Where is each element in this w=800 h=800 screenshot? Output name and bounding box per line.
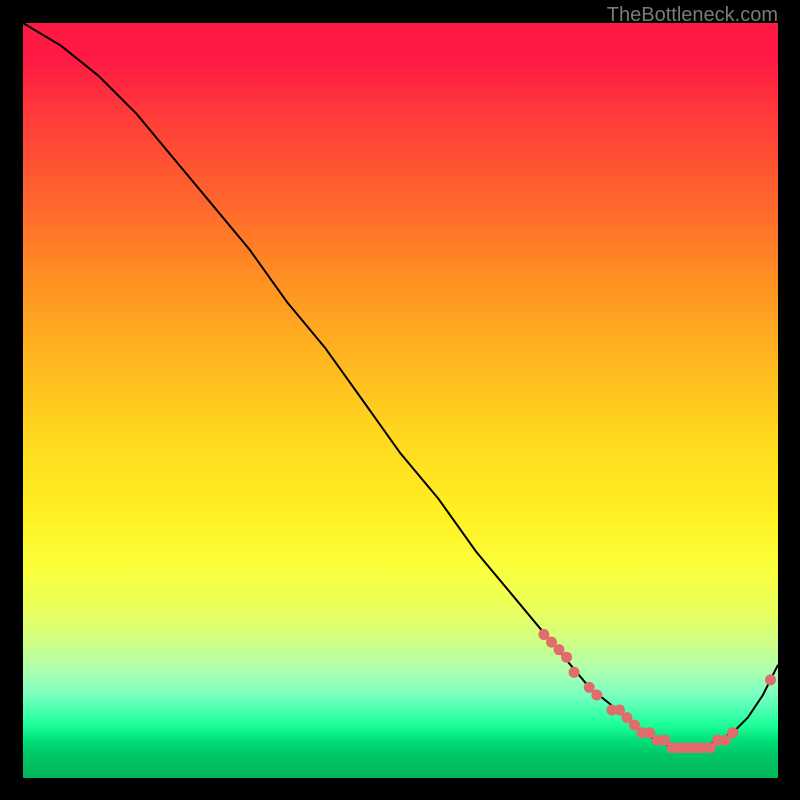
highlight-point	[561, 652, 572, 663]
highlight-point	[727, 727, 738, 738]
highlight-point	[591, 690, 602, 701]
highlight-point	[569, 667, 580, 678]
chart-svg	[23, 23, 778, 778]
highlight-point	[765, 674, 776, 685]
main-curve	[23, 23, 778, 748]
highlight-points-group	[538, 629, 776, 753]
watermark-text: TheBottleneck.com	[607, 4, 778, 27]
chart-plot-area	[23, 23, 778, 778]
